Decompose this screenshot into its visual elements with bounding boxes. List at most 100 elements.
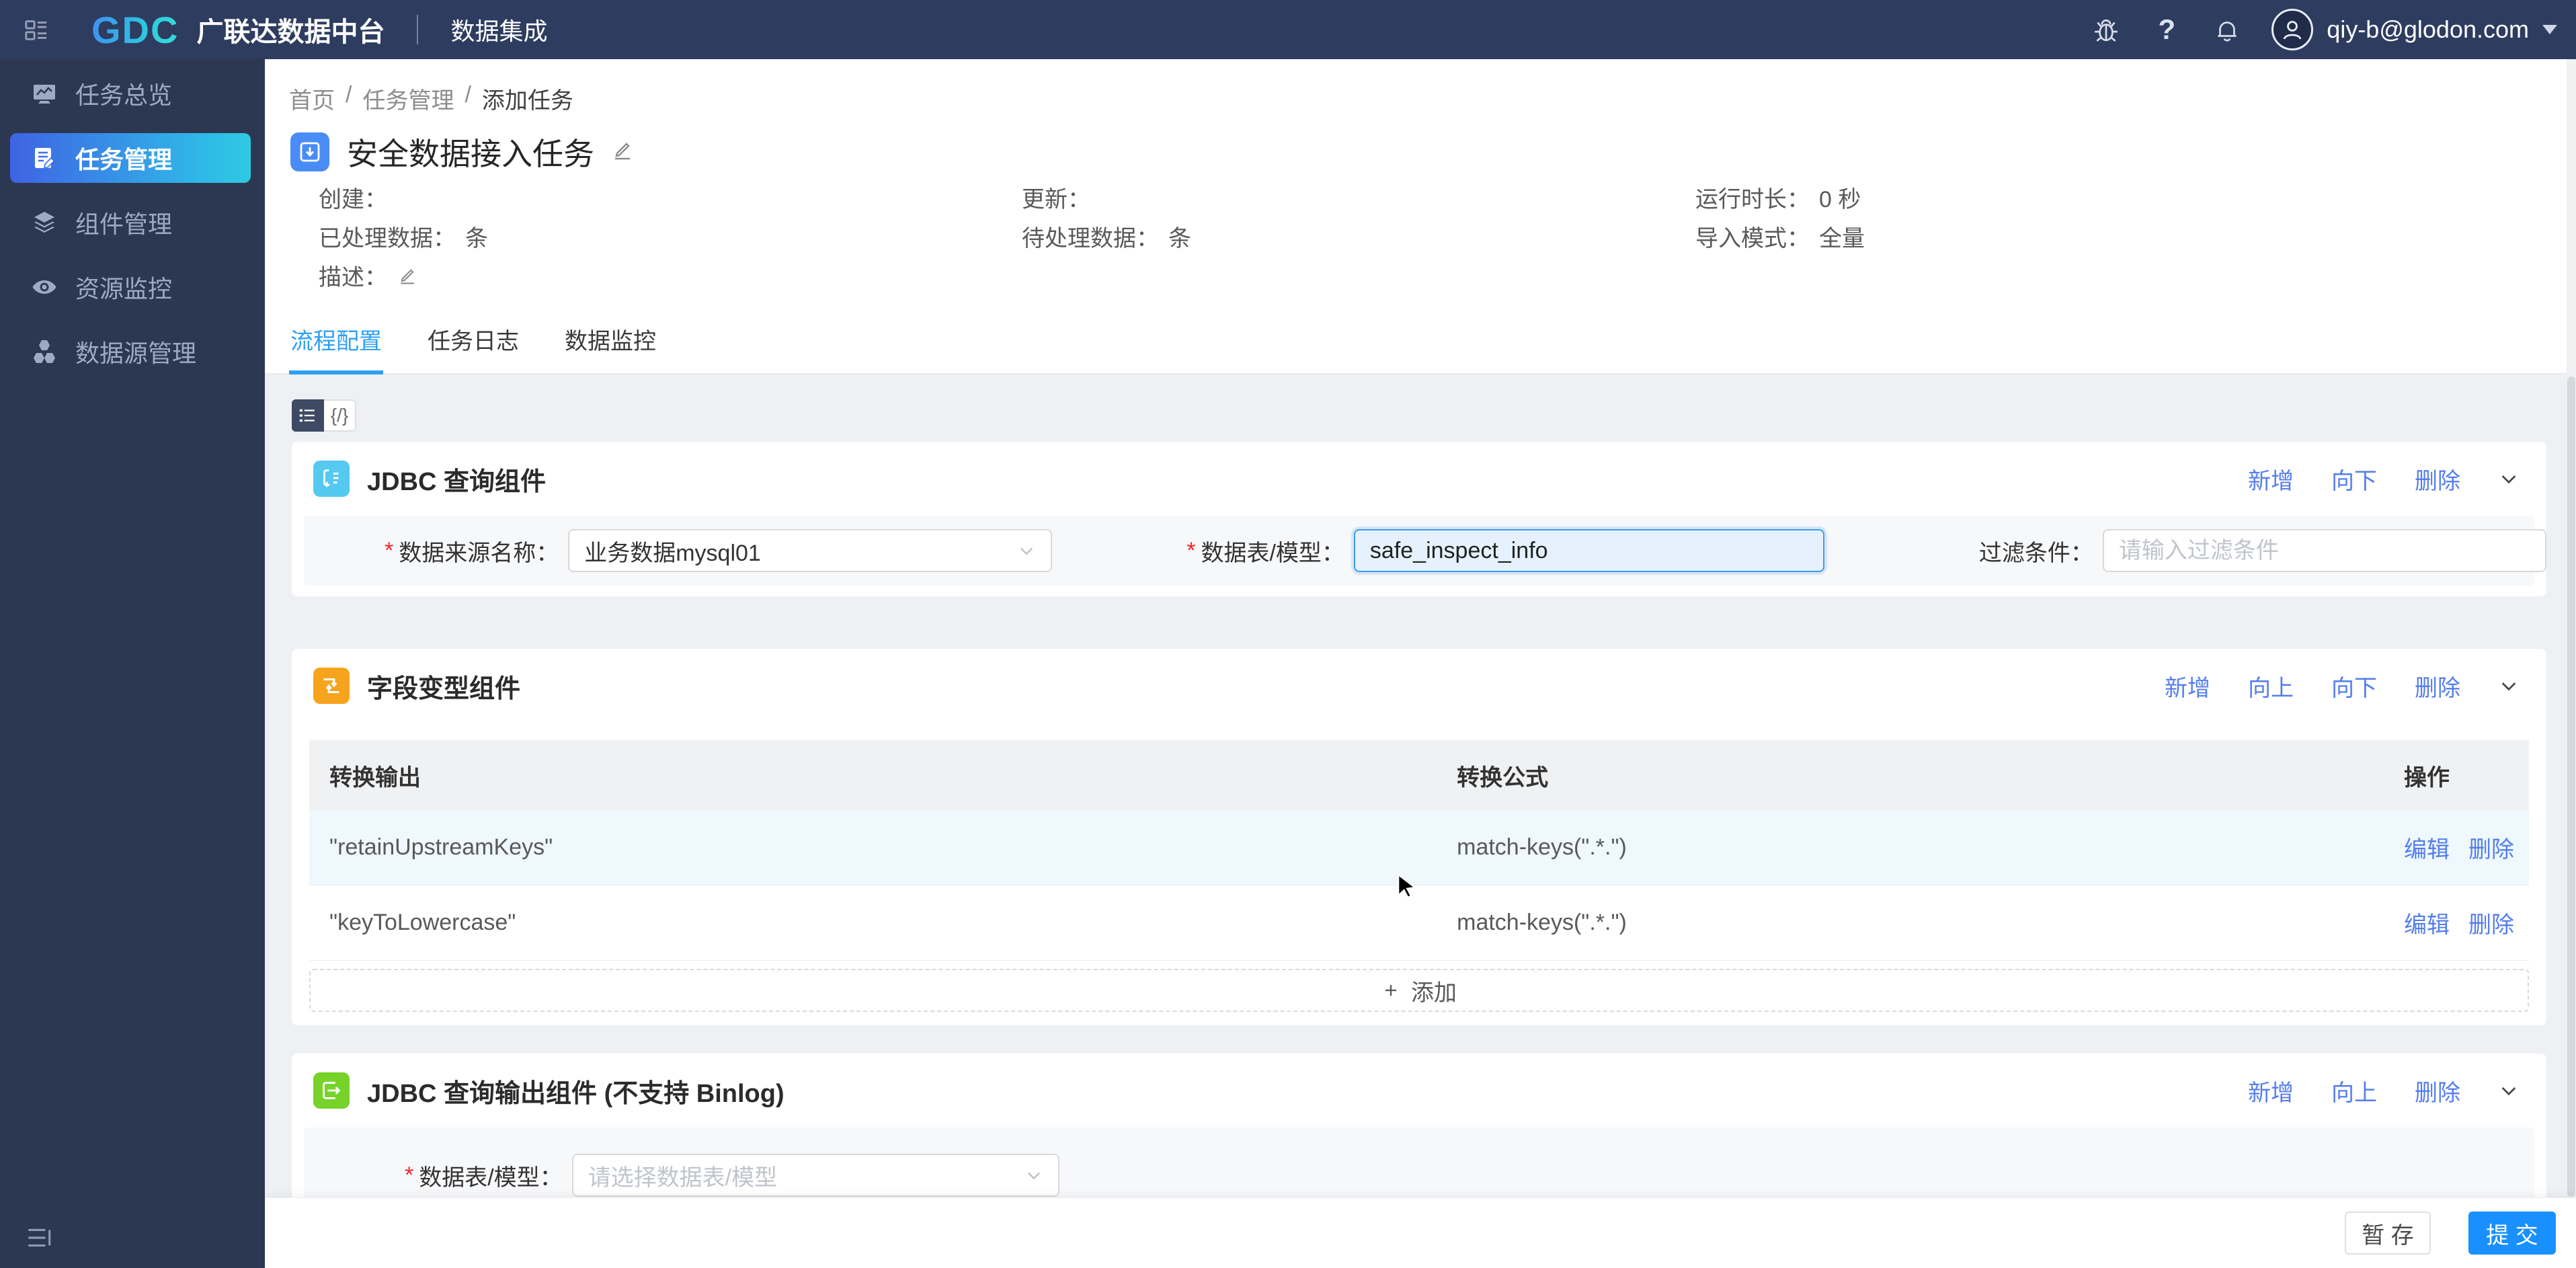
- sidebar-item-label: 资源监控: [75, 270, 172, 305]
- meta-processed-value: 条: [465, 220, 488, 253]
- tab-flow-config[interactable]: 流程配置: [289, 323, 383, 374]
- transform-formula-cell: match-keys(".*."): [1457, 910, 2394, 936]
- tab-task-logs[interactable]: 任务日志: [426, 323, 520, 373]
- topbar-right: ? qiy-b@glodon.com: [2060, 9, 2557, 50]
- filter-condition-label: 过滤条件：: [1979, 534, 2093, 567]
- table-model-label: 数据表/模型：: [1201, 534, 1344, 567]
- edit-title-icon[interactable]: [610, 137, 635, 167]
- meta-import-mode-label: 导入模式：: [1695, 220, 1810, 253]
- selected-datasource: 业务数据mysql01: [584, 534, 761, 567]
- breadcrumb: 首页 / 任务管理 / 添加任务: [289, 82, 573, 115]
- meta-runtime-value: 0 秒: [1819, 181, 1861, 214]
- transform-table: 转换输出 转换公式 操作 "retainUpstreamKeys" match-…: [309, 740, 2529, 961]
- table-row[interactable]: "retainUpstreamKeys" match-keys(".*.") 编…: [309, 810, 2529, 885]
- meta-runtime-label: 运行时长：: [1695, 181, 1810, 214]
- table-row[interactable]: "keyToLowercase" match-keys(".*.") 编辑 删除: [309, 885, 2529, 961]
- add-component-link[interactable]: 新增: [2248, 463, 2294, 496]
- edit-row-link[interactable]: 编辑: [2404, 831, 2450, 864]
- add-component-link[interactable]: 新增: [2165, 670, 2210, 703]
- main-content: 首页 / 任务管理 / 添加任务 安全数据接入任务 创建： 更新： 运行时长： 0…: [265, 59, 2576, 1268]
- notifications-bell-icon[interactable]: [2212, 15, 2242, 44]
- sidebar-item-label: 数据源管理: [75, 334, 196, 369]
- code-view-toggle-button[interactable]: {/}: [324, 399, 356, 432]
- meta-updated-label: 更新：: [1022, 181, 1090, 214]
- dashboard-icon: [31, 80, 58, 107]
- delete-component-link[interactable]: 删除: [2415, 463, 2460, 496]
- meta-description-label: 描述：: [319, 259, 387, 292]
- datasource-icon: [31, 338, 58, 365]
- breadcrumb-separator: /: [346, 82, 352, 115]
- collapse-card-chevron-icon[interactable]: [2498, 675, 2520, 697]
- delete-component-link[interactable]: 删除: [2415, 1074, 2460, 1107]
- select-placeholder: 请选择数据表/模型: [588, 1159, 777, 1192]
- sidebar-item-label: 任务管理: [75, 141, 172, 175]
- layers-icon: [31, 209, 58, 236]
- column-header-actions: 操作: [2394, 759, 2529, 792]
- sidebar-item-datasource-management[interactable]: 数据源管理: [0, 327, 265, 377]
- move-down-link[interactable]: 向下: [2331, 463, 2377, 496]
- save-draft-button[interactable]: 暂 存: [2345, 1212, 2431, 1255]
- user-email[interactable]: qiy-b@glodon.com: [2327, 15, 2529, 44]
- delete-row-link[interactable]: 删除: [2468, 906, 2514, 939]
- datasource-name-label: 数据来源名称：: [399, 534, 559, 567]
- tab-data-monitor[interactable]: 数据监控: [563, 323, 657, 373]
- user-menu-caret-icon[interactable]: [2542, 25, 2557, 34]
- breadcrumb-separator: /: [465, 82, 471, 115]
- module-menu-data-integration[interactable]: 数据集成: [450, 12, 547, 47]
- layout-collapse-icon[interactable]: [23, 16, 50, 43]
- add-transform-button[interactable]: 添加: [309, 969, 2529, 1012]
- table-model-input[interactable]: [1354, 529, 1824, 572]
- gdc-logo: GDC: [91, 8, 179, 52]
- meta-created-label: 创建：: [319, 181, 387, 214]
- sidebar-item-component-management[interactable]: 组件管理: [0, 198, 265, 247]
- page-header-section: 首页 / 任务管理 / 添加任务 安全数据接入任务 创建： 更新： 运行时长： 0…: [265, 59, 2576, 374]
- move-down-link[interactable]: 向下: [2331, 670, 2377, 703]
- chevron-down-icon: [1024, 1166, 1043, 1185]
- bug-report-icon[interactable]: [2091, 15, 2121, 44]
- datasource-name-select[interactable]: 业务数据mysql01: [568, 529, 1052, 572]
- user-avatar[interactable]: [2271, 9, 2313, 50]
- card-title: JDBC 查询输出组件 (不支持 Binlog): [367, 1072, 784, 1109]
- footer-action-bar: 暂 存 提 交: [265, 1197, 2576, 1268]
- delete-component-link[interactable]: 删除: [2415, 670, 2460, 703]
- field-transform-icon: [313, 668, 350, 704]
- meta-pending-label: 待处理数据：: [1022, 220, 1159, 253]
- page-title: 安全数据接入任务: [347, 130, 594, 174]
- filter-condition-input[interactable]: [2103, 529, 2546, 572]
- scrollbar-thumb[interactable]: [2567, 377, 2575, 1197]
- sidebar-item-resource-monitor[interactable]: 资源监控: [0, 262, 265, 312]
- collapse-card-chevron-icon[interactable]: [2498, 1080, 2520, 1101]
- delete-row-link[interactable]: 删除: [2468, 831, 2514, 864]
- help-icon[interactable]: ?: [2152, 15, 2181, 44]
- breadcrumb-task-management[interactable]: 任务管理: [362, 82, 454, 115]
- card-actions: 新增 向上 向下 删除: [2165, 670, 2520, 703]
- edit-row-link[interactable]: 编辑: [2404, 906, 2450, 939]
- collapse-card-chevron-icon[interactable]: [2498, 468, 2520, 489]
- task-meta: 创建： 更新： 运行时长：0 秒 已处理数据：条 待处理数据：条 导入模式：全量…: [319, 177, 1865, 294]
- sidebar-item-label: 组件管理: [75, 205, 172, 240]
- jdbc-query-icon: [313, 461, 350, 497]
- output-table-model-select[interactable]: 请选择数据表/模型: [572, 1154, 1059, 1197]
- edit-description-icon[interactable]: [397, 264, 418, 286]
- task-title-row: 安全数据接入任务: [290, 130, 635, 174]
- flow-config-panel: {/} JDBC 查询组件 新增 向下 删除: [265, 374, 2576, 1268]
- list-view-toggle-button[interactable]: [292, 399, 324, 432]
- sidebar-item-task-management[interactable]: 任务管理: [10, 133, 251, 183]
- sidebar-item-label: 任务总览: [75, 76, 172, 111]
- card-jdbc-query: JDBC 查询组件 新增 向下 删除 * 数据来源名称： 业务数据mysql01: [292, 442, 2546, 596]
- sidebar-fold-icon[interactable]: [26, 1224, 54, 1252]
- add-component-link[interactable]: 新增: [2248, 1074, 2294, 1107]
- move-up-link[interactable]: 向上: [2248, 670, 2294, 703]
- sidebar-item-task-overview[interactable]: 任务总览: [0, 69, 265, 118]
- vertical-scrollbar: [2567, 59, 2576, 1268]
- plus-icon: [1381, 981, 1400, 1000]
- submit-button[interactable]: 提 交: [2468, 1212, 2556, 1255]
- breadcrumb-home[interactable]: 首页: [289, 82, 335, 115]
- task-edit-icon: [31, 145, 58, 171]
- eye-icon: [31, 274, 58, 301]
- topbar: GDC 广联达数据中台 数据集成 ? qiy-b@glodon.com: [0, 0, 2576, 59]
- card-title: JDBC 查询组件: [367, 461, 546, 498]
- card-title: 字段变型组件: [367, 668, 520, 705]
- move-up-link[interactable]: 向上: [2331, 1074, 2377, 1107]
- transform-output-cell: "retainUpstreamKeys": [309, 834, 1457, 861]
